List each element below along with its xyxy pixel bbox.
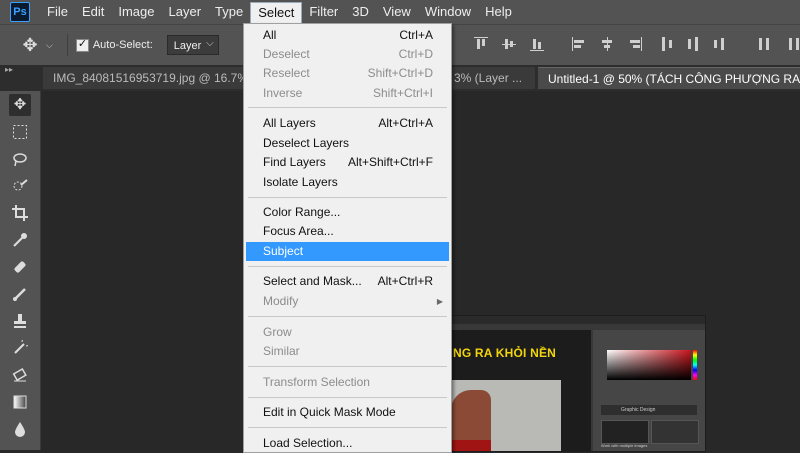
- embedded-title-text: NG RA KHỎI NỀN: [453, 346, 557, 360]
- menu-item-all-layers[interactable]: All Layers Alt+Ctrl+A: [246, 114, 449, 133]
- blur-icon[interactable]: [9, 418, 31, 440]
- color-picker-shade: [607, 350, 691, 380]
- tab-img-840815[interactable]: IMG_84081516953719.jpg @ 16.7% (: [43, 67, 248, 89]
- red-shirt: [451, 440, 491, 451]
- move-tool-icon[interactable]: ✥: [20, 35, 40, 55]
- menu-item-grow[interactable]: Grow: [246, 323, 449, 342]
- menu-separator: [248, 397, 447, 398]
- menu-view[interactable]: View: [376, 0, 418, 24]
- select-menu-dropdown: All Ctrl+A Deselect Ctrl+D Reselect Shift+C…: [243, 23, 452, 453]
- align-vertical-centers-icon[interactable]: [502, 37, 516, 51]
- distribute-horizontal-centers-icon[interactable]: [787, 37, 800, 51]
- menu-item-focus-area[interactable]: Focus Area...: [246, 222, 449, 241]
- auto-select-target-dropdown[interactable]: Layer: [166, 34, 219, 55]
- embedded-canvas: NG RA KHỎI NỀN: [451, 330, 591, 451]
- submenu-arrow-icon: ▶: [436, 297, 443, 306]
- tab-layer-doc[interactable]: 3% (Layer ...: [450, 67, 535, 89]
- menu-separator: [248, 427, 447, 428]
- menu-item-deselect[interactable]: Deselect Ctrl+D: [246, 45, 449, 64]
- menu-item-isolate-layers[interactable]: Isolate Layers: [246, 173, 449, 192]
- menu-separator: [248, 316, 447, 317]
- menu-3d[interactable]: 3D: [345, 0, 376, 24]
- menu-help[interactable]: Help: [478, 0, 519, 24]
- menu-edit[interactable]: Edit: [75, 0, 111, 24]
- menu-image[interactable]: Image: [111, 0, 161, 24]
- menu-window[interactable]: Window: [418, 0, 478, 24]
- menu-item-all[interactable]: All Ctrl+A: [246, 26, 449, 45]
- move-icon[interactable]: ✥: [9, 94, 31, 116]
- clone-stamp-icon[interactable]: [9, 310, 31, 332]
- photoshop-logo: Ps: [10, 2, 30, 22]
- menu-item-reselect[interactable]: Reselect Shift+Ctrl+D: [246, 64, 449, 83]
- menu-item-color-range[interactable]: Color Range...: [246, 203, 449, 222]
- auto-select-label: Auto-Select:: [92, 39, 153, 51]
- distribute-top-edges-icon[interactable]: [660, 37, 674, 51]
- eraser-icon[interactable]: [9, 364, 31, 386]
- menu-select[interactable]: Select: [250, 1, 303, 24]
- menu-type[interactable]: Type: [208, 0, 250, 24]
- distribute-bottom-edges-icon[interactable]: [712, 37, 726, 51]
- menu-separator: [248, 266, 447, 267]
- menu-item-load-selection[interactable]: Load Selection...: [246, 434, 449, 453]
- auto-select-checkbox[interactable]: [75, 37, 89, 52]
- distribute-left-edges-icon[interactable]: [757, 37, 771, 51]
- align-right-edges-icon[interactable]: [628, 37, 642, 51]
- menu-item-find-layers[interactable]: Find Layers Alt+Shift+Ctrl+F: [246, 153, 449, 172]
- menu-item-modify[interactable]: Modify ▶: [246, 292, 449, 311]
- menu-item-similar[interactable]: Similar: [246, 342, 449, 361]
- healing-brush-icon[interactable]: [9, 256, 31, 278]
- lasso-icon[interactable]: [9, 148, 31, 170]
- menu-layer[interactable]: Layer: [162, 0, 209, 24]
- menu-bar: Ps File Edit Image Layer Type Select Fil…: [0, 0, 800, 24]
- distribute-vertical-centers-icon[interactable]: [686, 37, 700, 51]
- crop-icon[interactable]: [9, 202, 31, 224]
- menu-item-select-and-mask[interactable]: Select and Mask... Alt+Ctrl+R: [246, 272, 449, 291]
- gradient-icon[interactable]: [9, 391, 31, 413]
- history-brush-icon[interactable]: [9, 337, 31, 359]
- menu-file[interactable]: File: [40, 0, 75, 24]
- thumbnail-caption: Work with multiple images: [601, 443, 648, 448]
- menu-item-transform-selection[interactable]: Transform Selection: [246, 373, 449, 392]
- hue-slider: [693, 350, 697, 380]
- menu-separator: [248, 107, 447, 108]
- toolbox: ✥: [0, 91, 41, 450]
- eyedropper-icon[interactable]: [9, 229, 31, 251]
- menu-item-subject[interactable]: Subject: [246, 242, 449, 261]
- menu-item-edit-in-quick-mask-mode[interactable]: Edit in Quick Mask Mode: [246, 403, 449, 422]
- divider: [66, 34, 68, 56]
- menu-filter[interactable]: Filter: [302, 0, 345, 24]
- embedded-document-preview: NG RA KHỎI NỀN Graphic Design Work with …: [450, 315, 706, 452]
- tab-untitled-1[interactable]: Untitled-1 @ 50% (TÁCH CÔNG PHƯỢNG RA KH: [538, 67, 800, 89]
- align-top-edges-icon[interactable]: [474, 37, 488, 51]
- align-bottom-edges-icon[interactable]: [530, 37, 544, 51]
- library-thumbnail: [651, 420, 699, 444]
- align-left-edges-icon[interactable]: [572, 37, 586, 51]
- marquee-icon[interactable]: [9, 121, 31, 143]
- embedded-panels: Graphic Design Work with multiple images: [593, 330, 705, 451]
- menu-item-inverse[interactable]: Inverse Shift+Ctrl+I: [246, 84, 449, 103]
- collapse-panel-icon[interactable]: ▸▸: [5, 65, 13, 74]
- quick-selection-icon[interactable]: [9, 175, 31, 197]
- library-dropdown: Graphic Design: [601, 405, 697, 415]
- menu-separator: [248, 366, 447, 367]
- embedded-tab-bar: [451, 316, 705, 324]
- align-horizontal-centers-icon[interactable]: [600, 37, 614, 51]
- tool-preset-chevron-down-icon[interactable]: ⌵: [46, 40, 53, 51]
- menu-separator: [248, 197, 447, 198]
- embedded-photo: [451, 380, 561, 451]
- brush-icon[interactable]: [9, 283, 31, 305]
- menu-item-deselect-layers[interactable]: Deselect Layers: [246, 134, 449, 153]
- library-thumbnail: [601, 420, 649, 444]
